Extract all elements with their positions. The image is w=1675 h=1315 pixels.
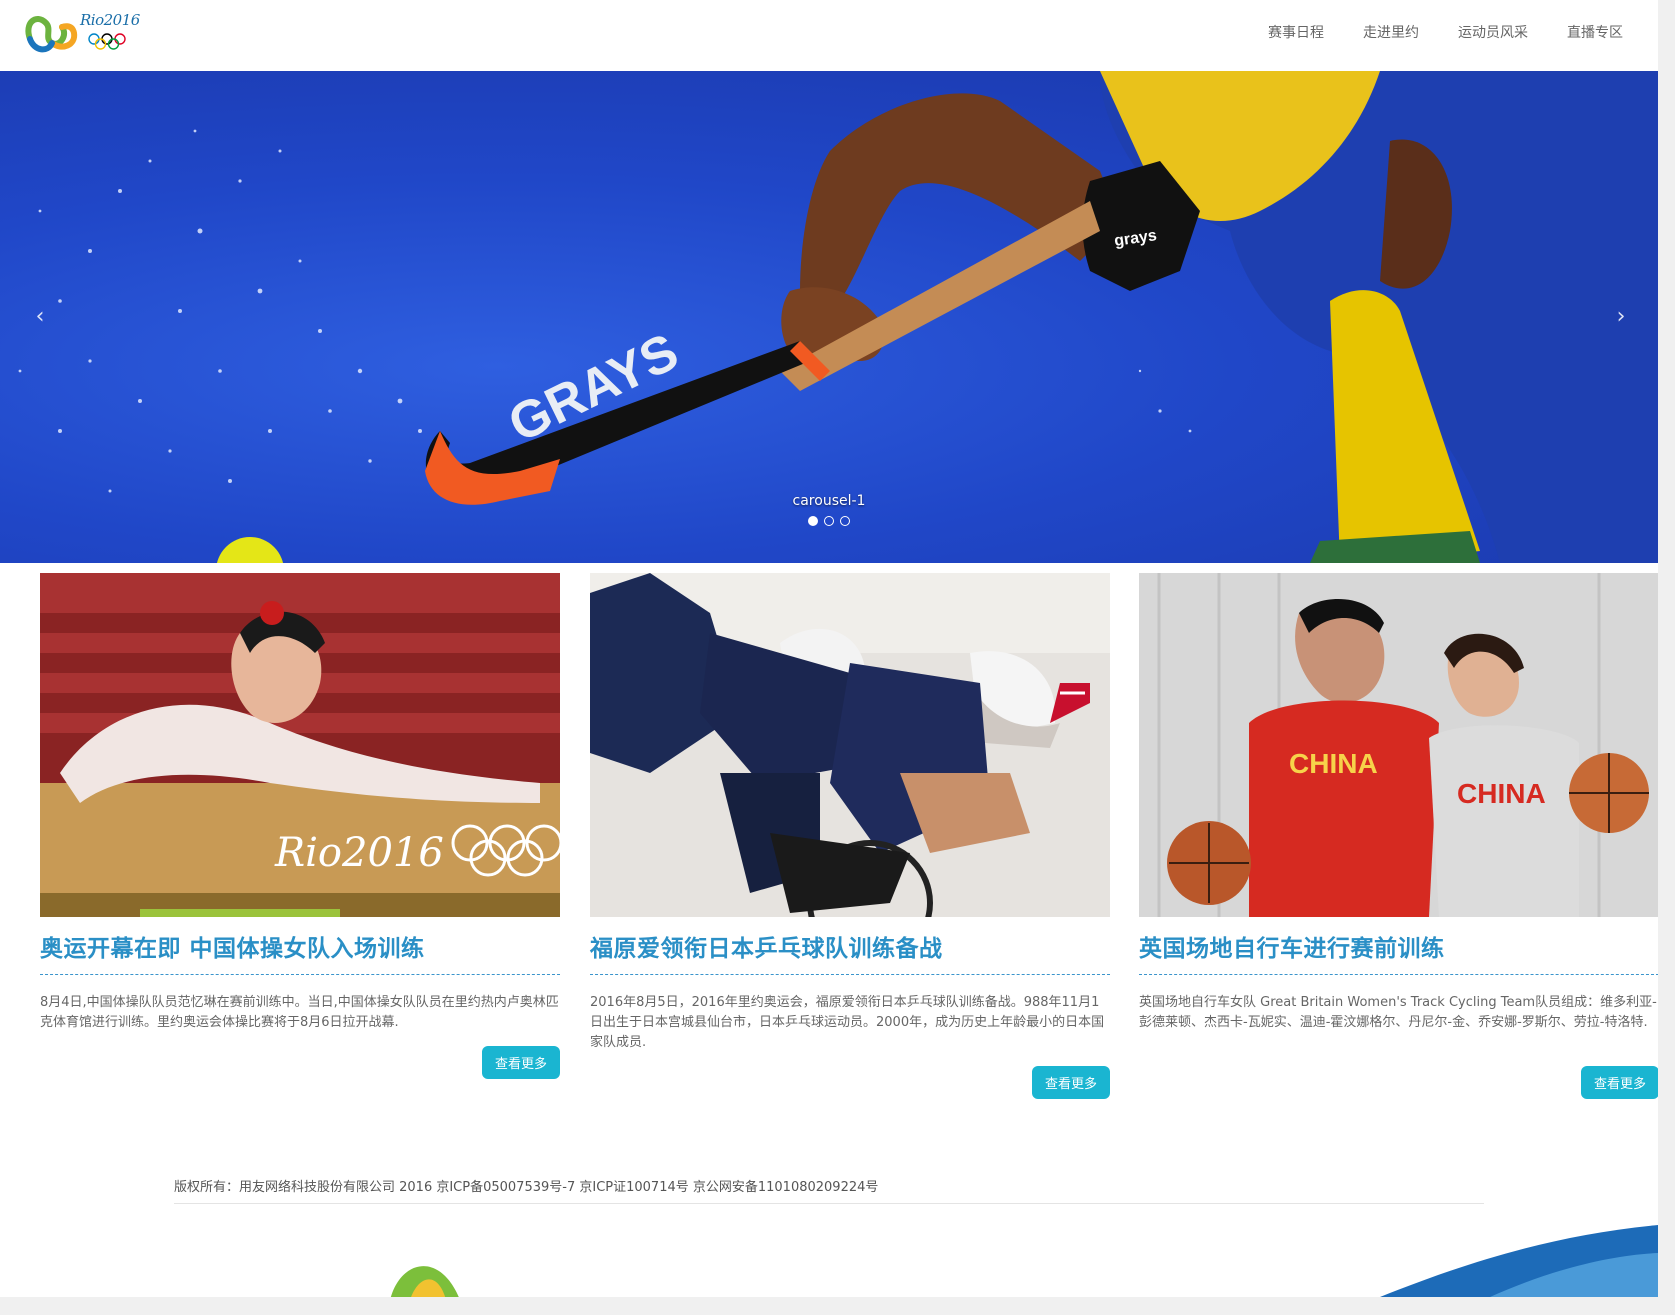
- news-card-gymnastics: Rio2016 奥运开幕在即 中国体操女队入场训练 8月4日,中国体操队队员范忆…: [40, 573, 560, 1079]
- logo-wordmark: Rio2016: [80, 11, 140, 29]
- carousel-next-button[interactable]: ›: [1606, 303, 1636, 333]
- card-body: 2016年8月5日，2016年里约奥运会，福原爱领衔日本乒乓球队训练备战。988…: [590, 995, 1105, 1050]
- carousel-indicators: [0, 516, 1658, 526]
- carousel-dot-2[interactable]: [824, 516, 834, 526]
- card-body: 英国场地自行车女队 Great Britain Women's Track Cy…: [1139, 995, 1657, 1030]
- horizontal-scrollbar[interactable]: [0, 1297, 1675, 1315]
- main-nav: 赛事日程 走进里约 运动员风采 直播专区: [1268, 22, 1623, 42]
- chevron-left-icon: ‹: [35, 304, 45, 329]
- card-body: 8月4日,中国体操队队员范忆琳在赛前训练中。当日,中国体操女队队员在里约热内卢奥…: [40, 995, 559, 1030]
- vertical-scrollbar[interactable]: [1658, 0, 1675, 1297]
- rio2016-logo[interactable]: Rio2016: [22, 9, 147, 55]
- card-image-gymnastics[interactable]: Rio2016: [40, 573, 560, 917]
- copyright-text: 版权所有：用友网络科技股份有限公司 2016 京ICP备05007539号-7 …: [174, 1180, 879, 1195]
- nav-item-rio[interactable]: 走进里约: [1363, 22, 1419, 42]
- carousel-caption: carousel-1: [792, 493, 866, 509]
- card-title[interactable]: 福原爱领衔日本乒乓球队训练备战: [590, 933, 1110, 975]
- card-title[interactable]: 英国场地自行车进行赛前训练: [1139, 933, 1659, 975]
- svg-text:CHINA: CHINA: [1457, 778, 1546, 809]
- footer-divider: [174, 1203, 1484, 1204]
- gymnastics-image: Rio2016: [40, 573, 560, 917]
- view-more-button[interactable]: 查看更多: [481, 1046, 560, 1079]
- svg-text:CHINA: CHINA: [1289, 748, 1378, 779]
- card-title[interactable]: 奥运开幕在即 中国体操女队入场训练: [40, 933, 560, 975]
- olympic-rings-icon: [88, 33, 126, 50]
- card-image-basketball[interactable]: CHINA CHINA: [1139, 573, 1659, 917]
- top-header: Rio2016 赛事日程 走进里约 运动员风采 直播专区: [0, 0, 1657, 72]
- chevron-right-icon: ›: [1616, 304, 1626, 329]
- card-image-cycling[interactable]: [590, 573, 1110, 917]
- nav-item-athletes[interactable]: 运动员风采: [1458, 22, 1528, 42]
- news-card-cycling: 福原爱领衔日本乒乓球队训练备战 2016年8月5日，2016年里约奥运会，福原爱…: [590, 573, 1110, 1099]
- rio-emblem-icon: [25, 16, 78, 53]
- carousel-prev-button[interactable]: ‹: [25, 303, 55, 333]
- blue-wave-decoration: [1380, 1225, 1658, 1297]
- view-more-button[interactable]: 查看更多: [1580, 1066, 1659, 1099]
- nav-item-live[interactable]: 直播专区: [1567, 22, 1623, 42]
- carousel-dot-1[interactable]: [808, 516, 818, 526]
- basketball-image: CHINA CHINA: [1139, 573, 1659, 917]
- green-leaf-decoration: [390, 1266, 460, 1300]
- hero-carousel[interactable]: grays GRAYS ‹ › carousel-1: [0, 71, 1658, 563]
- cycling-image: [590, 573, 1110, 917]
- view-more-button[interactable]: 查看更多: [1031, 1066, 1110, 1099]
- carousel-dot-3[interactable]: [840, 516, 850, 526]
- news-card-track-cycling: CHINA CHINA 英国场地自行车进行赛前训练 英国场地自行车女队 Grea…: [1139, 573, 1659, 1099]
- hockey-slide-image: grays GRAYS: [18, 71, 1658, 563]
- svg-text:Rio2016: Rio2016: [274, 830, 444, 876]
- nav-item-schedule[interactable]: 赛事日程: [1268, 22, 1324, 42]
